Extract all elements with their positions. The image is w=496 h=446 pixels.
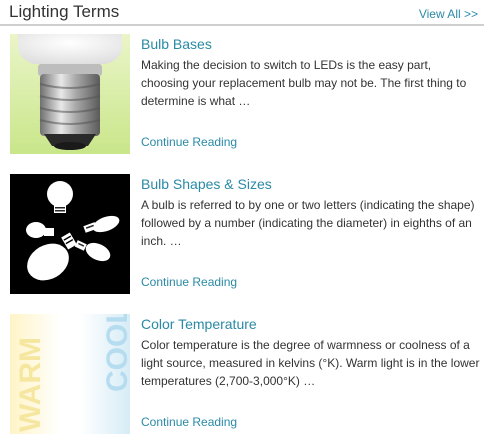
bulb-base-thumbnail[interactable] bbox=[10, 34, 130, 154]
bulb-shapes-thumbnail[interactable] bbox=[10, 174, 130, 294]
view-all-link[interactable]: View All >> bbox=[419, 7, 478, 21]
warm-label: WARM bbox=[14, 337, 47, 432]
cool-label: COOL bbox=[101, 314, 130, 392]
article-excerpt: A bulb is referred to by one or two lett… bbox=[141, 198, 475, 248]
article-title[interactable]: Bulb Bases bbox=[141, 36, 212, 52]
article-title[interactable]: Color Temperature bbox=[141, 316, 257, 332]
section-title: Lighting Terms bbox=[9, 2, 120, 21]
color-temp-thumbnail[interactable]: WARM COOL bbox=[10, 314, 130, 434]
section-header: Lighting Terms View All >> bbox=[0, 0, 484, 26]
article-color-temperature: WARM COOL Color Temperature Color temper… bbox=[10, 314, 480, 436]
continue-reading-link[interactable]: Continue Reading bbox=[141, 275, 237, 289]
article-bulb-bases: Bulb Bases Making the decision to switch… bbox=[10, 34, 480, 156]
article-excerpt: Color temperature is the degree of warmn… bbox=[141, 338, 480, 388]
continue-reading-link[interactable]: Continue Reading bbox=[141, 415, 237, 429]
article-bulb-shapes: Bulb Shapes & Sizes A bulb is referred t… bbox=[10, 174, 480, 296]
color-temp-image: WARM COOL bbox=[10, 314, 130, 434]
continue-reading-link[interactable]: Continue Reading bbox=[141, 135, 237, 149]
article-title[interactable]: Bulb Shapes & Sizes bbox=[141, 176, 272, 192]
bulb-shapes-image bbox=[10, 174, 130, 294]
article-excerpt: Making the decision to switch to LEDs is… bbox=[141, 58, 467, 108]
bulb-base-image bbox=[10, 34, 130, 154]
